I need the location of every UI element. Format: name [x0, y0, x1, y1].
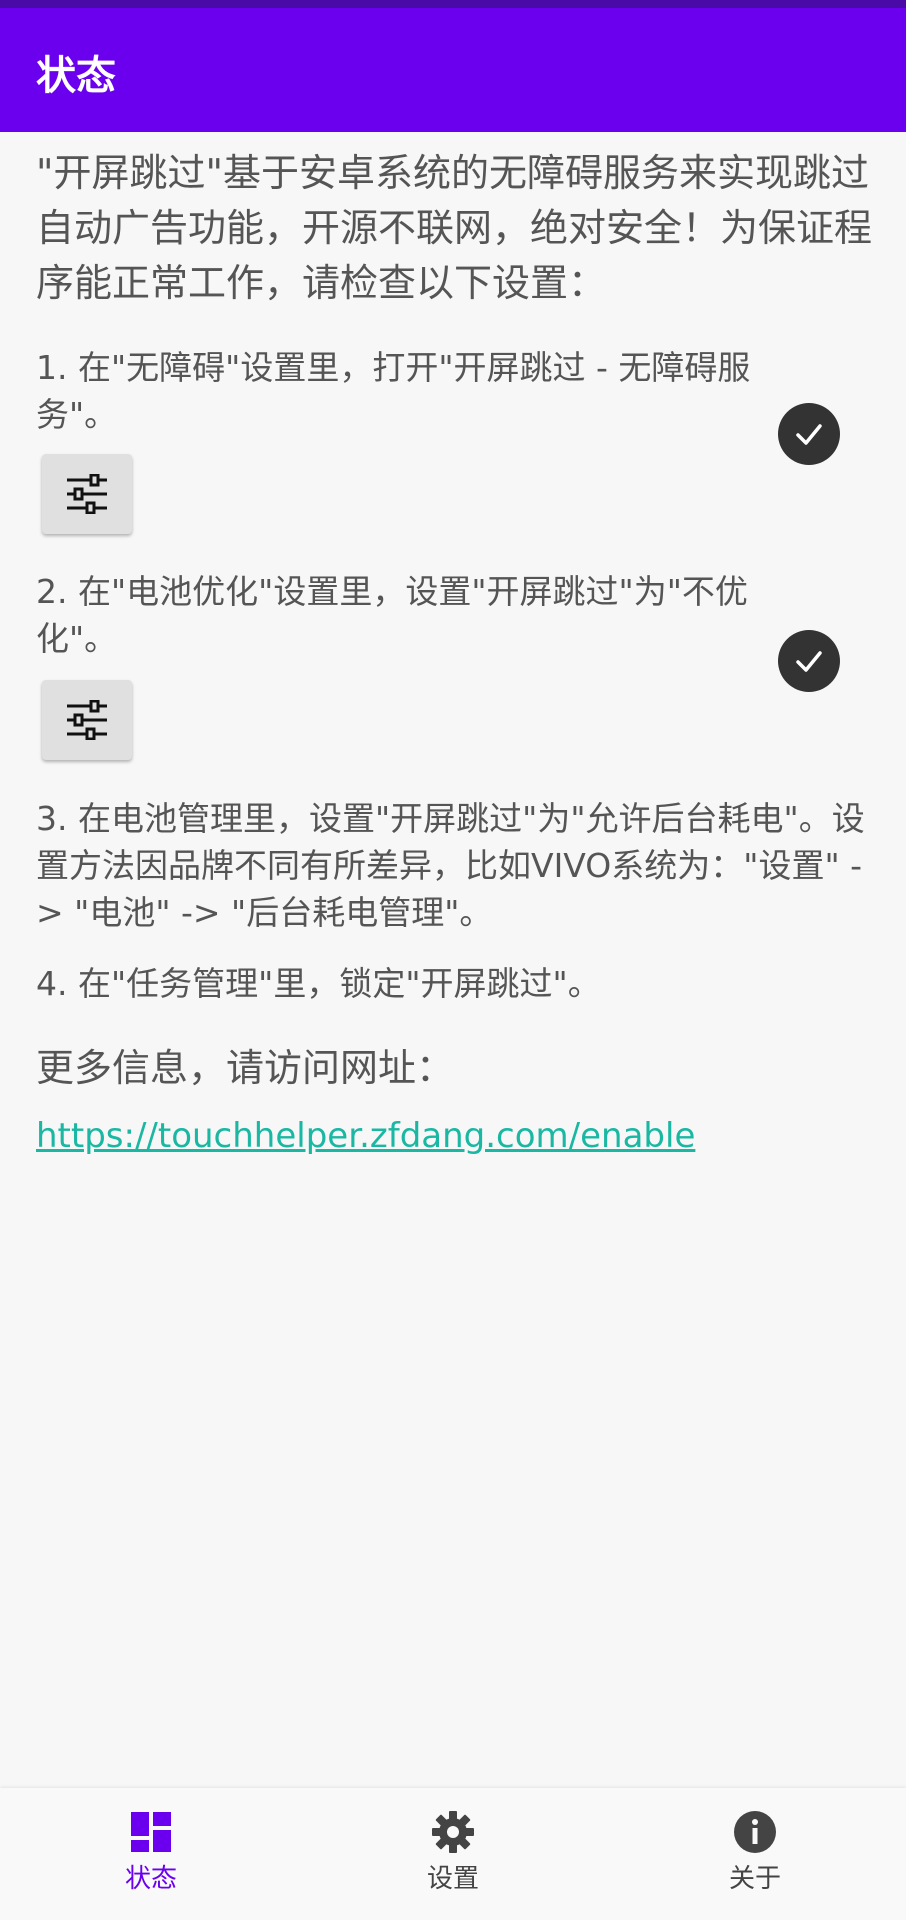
nav-tab-status[interactable]: 状态 [0, 1788, 302, 1920]
step-3-text: 3. 在电池管理里，设置"开屏跳过"为"允许后台耗电"。设置方法因品牌不同有所差… [36, 799, 865, 932]
check-icon [796, 424, 822, 445]
sliders-icon [67, 700, 107, 740]
step-4-text: 4. 在"任务管理"里，锁定"开屏跳过"。 [36, 964, 601, 1003]
nav-tab-about[interactable]: 关于 [604, 1788, 906, 1920]
check-icon [796, 651, 822, 672]
nav-tab-settings-label: 设置 [426, 1864, 479, 1894]
sliders-icon [67, 474, 107, 514]
step-1-text: 1. 在"无障碍"设置里，打开"开屏跳过 - 无障碍服务"。 [36, 348, 751, 434]
bottom-navigation: 状态 设置 关于 [0, 1788, 906, 1920]
gear-icon [432, 1811, 474, 1853]
dashboard-icon [131, 1812, 171, 1852]
nav-tab-settings[interactable]: 设置 [302, 1788, 604, 1920]
step-2-text: 2. 在"电池优化"设置里，设置"开屏跳过"为"不优化"。 [36, 572, 748, 658]
info-icon [734, 1811, 776, 1853]
step-1-check-icon [778, 403, 840, 465]
battery-optimization-settings-button[interactable] [42, 680, 132, 760]
step-2-check-icon [778, 630, 840, 692]
nav-tab-status-label: 状态 [124, 1864, 177, 1894]
more-info-label: 更多信息，请访问网址： [36, 1046, 455, 1090]
page-title: 状态 [36, 53, 116, 99]
intro-text: "开屏跳过"基于安卓系统的无障碍服务来实现跳过自动广告功能，开源不联网，绝对安全… [36, 151, 873, 305]
status-bar-strip [0, 0, 906, 8]
enable-help-link[interactable]: https://touchhelper.zfdang.com/enable [36, 1112, 695, 1160]
app-bar: 状态 [0, 8, 906, 132]
accessibility-settings-button[interactable] [42, 454, 132, 534]
nav-tab-about-label: 关于 [728, 1864, 781, 1894]
